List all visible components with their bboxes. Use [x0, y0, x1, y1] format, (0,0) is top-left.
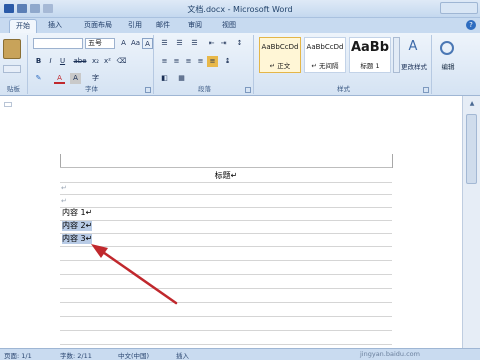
- annotation-arrow-icon: [91, 244, 178, 305]
- status-words[interactable]: 字数: 2/11: [60, 350, 92, 360]
- status-mode[interactable]: 插入: [176, 350, 189, 360]
- status-bar: 页面: 1/1 字数: 2/11 中文(中国) 插入 jingyan.baidu…: [0, 348, 480, 360]
- status-language[interactable]: 中文(中国): [118, 350, 149, 360]
- status-page[interactable]: 页面: 1/1: [4, 350, 32, 360]
- scroll-up-icon[interactable]: ▲: [467, 100, 477, 108]
- watermark-text: jingyan.baidu.com: [360, 350, 420, 358]
- scrollbar-thumb[interactable]: [466, 114, 477, 184]
- vertical-scrollbar[interactable]: ▲: [462, 96, 480, 348]
